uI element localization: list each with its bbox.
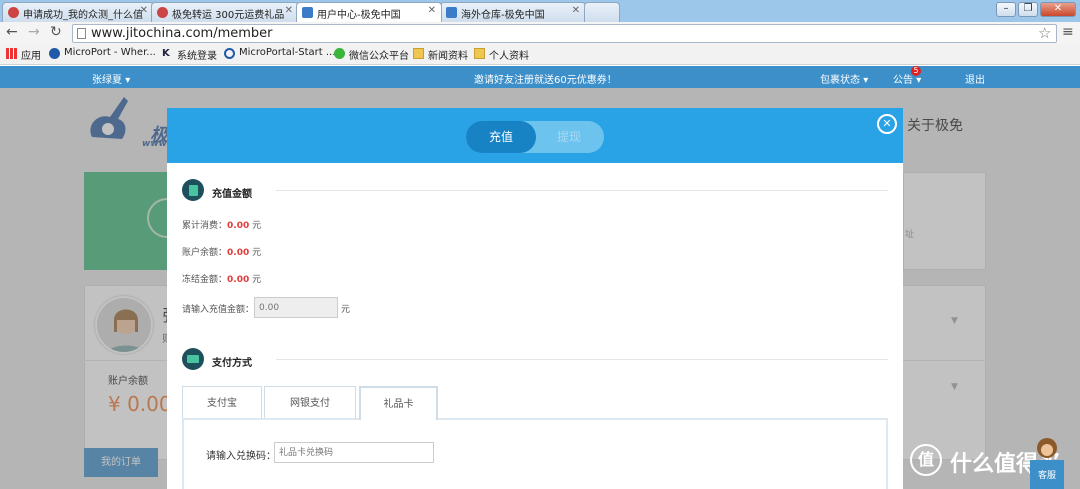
redeem-code-input[interactable] [274,442,434,463]
bookmark-folder-personal[interactable]: 个人资料 [474,47,529,62]
chevron-down-icon: ▾ [863,75,869,86]
bookmark-label: 应用 [21,51,41,62]
bookmark-folder-news[interactable]: 新闻资料 [413,47,468,62]
unit-label: 元 [341,305,351,315]
recharge-amount-label: 请输入充值金额： [182,305,255,315]
browser-tab-3-active[interactable]: 用户中心-极免中国 ✕ [296,2,442,22]
new-tab-button[interactable] [584,2,620,22]
close-icon[interactable]: ✕ [877,114,897,134]
bookmark-label: 新闻资料 [428,51,468,62]
bookmark-wechat[interactable]: 微信公众平台 [334,47,409,62]
folder-icon [413,48,424,59]
frozen-amount-label: 冻结金额： [182,275,228,285]
bookmark-microport[interactable]: MicroPort - Wher... [49,47,156,59]
total-spent-row: 累计消费：0.00 元 [182,218,261,231]
pay-tab-gift-card[interactable]: 礼品卡 [359,386,438,420]
user-name: 张绿夏 [92,75,122,86]
promo-link[interactable]: 邀请好友注册就送60元优惠券！ [474,71,617,86]
microport-icon [49,48,60,59]
window-close-icon[interactable]: ✕ [1040,2,1076,17]
notice-count-badge: 5 [911,66,921,76]
browser-tab-1[interactable]: 申请成功_我的众测_什么值 ✕ [2,2,154,22]
customer-service-label[interactable]: 客服 [1030,460,1064,489]
section-title-amount: 充值金额 [212,189,252,200]
restore-icon[interactable]: ❐ [1018,2,1038,17]
customer-service-widget[interactable]: 客服 [1030,434,1064,489]
bookmark-label: MicroPort - Wher... [64,47,156,58]
frozen-amount-row: 冻结金额：0.00 元 [182,272,261,285]
browser-tab-title: 用户中心-极免中国 [317,10,401,21]
chevron-down-icon: ▾ [125,75,131,86]
browser-tab-2[interactable]: 极免转运 300元运费礼品 ✕ [151,2,299,22]
bookmark-label: MicroPortal-Start ... [239,47,336,58]
frozen-amount-value: 0.00 [227,275,250,285]
forward-icon[interactable]: → [28,24,40,40]
browser-tab-title: 极免转运 300元运费礼品 [172,10,285,21]
back-icon[interactable]: ← [6,24,18,40]
close-tab-icon[interactable]: ✕ [572,5,580,16]
section-title-payment: 支付方式 [212,358,252,369]
url-input[interactable]: www.jitochina.com/member [72,24,1057,43]
bookmark-microportal[interactable]: MicroPortal-Start ... [224,47,336,59]
unit-label: 元 [252,248,262,258]
bookmark-login[interactable]: K 系统登录 [162,47,217,62]
total-spent-value: 0.00 [227,221,250,231]
menu-icon[interactable]: ≡ [1062,24,1074,40]
bookmark-label: 系统登录 [177,51,217,62]
package-status-menu[interactable]: 包裹状态 ▾ [820,71,868,86]
recharge-amount-input[interactable] [254,297,338,318]
account-balance-label: 账户余额： [182,248,228,258]
account-balance-row: 账户余额：0.00 元 [182,245,261,258]
bookmark-apps[interactable]: 应用 [6,47,41,62]
divider [276,190,888,191]
url-text: www.jitochina.com/member [91,26,273,41]
tab-recharge[interactable]: 充值 [466,121,536,153]
notice-menu[interactable]: 公告 5 ▾ [893,66,922,86]
wechat-icon [334,48,345,59]
bookmark-label: 个人资料 [489,51,529,62]
microportal-icon [224,48,235,59]
notice-label: 公告 [893,75,913,86]
close-tab-icon[interactable]: ✕ [140,5,148,16]
wallet-icon [182,179,204,201]
unit-label: 元 [252,221,262,231]
account-balance-value: 0.00 [227,248,250,258]
browser-tab-title: 申请成功_我的众测_什么值 [23,10,143,21]
minimize-icon[interactable]: – [996,2,1016,17]
page-icon [77,28,86,39]
pay-tab-bank[interactable]: 网银支付 [264,386,356,419]
close-tab-icon[interactable]: ✕ [428,5,436,16]
k-logo-icon: K [162,48,170,59]
close-tab-icon[interactable]: ✕ [285,5,293,16]
bookmark-label: 微信公众平台 [349,51,409,62]
site-favicon-icon [157,7,168,18]
logout-link[interactable]: 退出 [965,71,985,86]
chevron-down-icon: ▾ [916,75,922,86]
redeem-code-label: 请输入兑换码： [206,451,276,462]
user-menu[interactable]: 张绿夏 ▾ [92,71,130,86]
reload-icon[interactable]: ↻ [50,24,62,40]
watermark-logo-icon: 值 [910,444,942,476]
bookmark-star-icon[interactable]: ☆ [1038,24,1051,42]
tab-withdraw[interactable]: 提现 [536,121,602,153]
unit-label: 元 [252,275,262,285]
divider [276,359,888,360]
package-status-label: 包裹状态 [820,75,860,86]
folder-icon [474,48,485,59]
site-favicon-icon [446,7,457,18]
site-favicon-icon [8,7,19,18]
browser-tab-4[interactable]: 海外仓库-极免中国 ✕ [440,2,586,22]
apps-grid-icon [6,48,17,59]
total-spent-label: 累计消费： [182,221,228,231]
browser-tab-title: 海外仓库-极免中国 [461,10,545,21]
site-favicon-icon [302,7,313,18]
pay-tab-alipay[interactable]: 支付宝 [182,386,262,419]
card-icon [182,348,204,370]
